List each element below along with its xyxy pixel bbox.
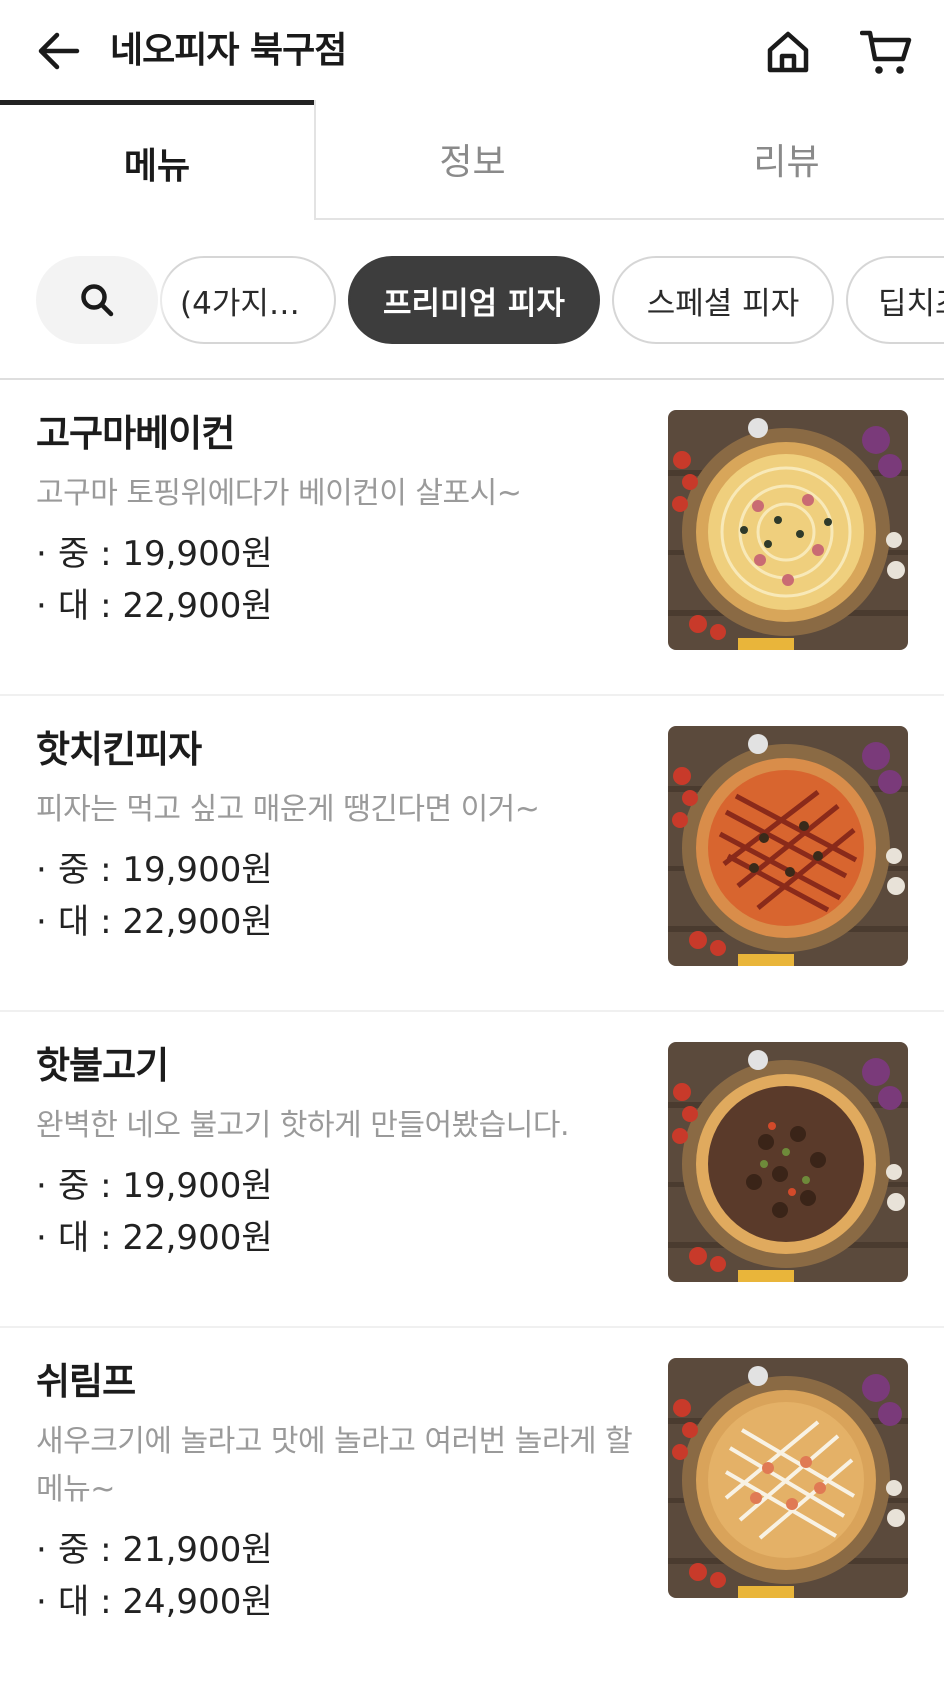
category-chip-special-pizza[interactable]: 스페셜 피자 [612,256,834,344]
price-medium: · 중 : 19,900원 [36,1166,273,1206]
app-header: 네오피자 북구점 [0,0,944,100]
price-large: · 대 : 24,900원 [36,1582,273,1622]
menu-item-description: 피자는 먹고 싶고 매운게 땡긴다면 이거~ [36,792,540,827]
menu-item-name: 쉬림프 [36,1360,136,1403]
home-button[interactable] [762,26,814,78]
category-chip-premium-pizza[interactable]: 프리미엄 피자 [348,256,600,344]
menu-item-description: 완벽한 네오 불고기 핫하게 만들어봤습니다. [36,1108,569,1143]
menu-item[interactable]: 쉬림프 새우크기에 놀라고 맛에 놀라고 여러번 놀라게 할 메뉴~ · 중 : … [0,1328,944,1708]
menu-item-image [668,726,908,966]
arrow-left-icon [38,32,80,70]
category-chip-4-kinds[interactable]: (4가지… [160,256,336,344]
search-icon [81,284,114,317]
menu-item-description: 고구마 토핑위에다가 베이컨이 살포시~ [36,476,522,511]
menu-item[interactable]: 핫치킨피자 피자는 먹고 싶고 매운게 땡긴다면 이거~ · 중 : 19,900… [0,696,944,1012]
menu-item-name: 핫불고기 [36,1044,169,1087]
home-icon [767,31,809,73]
price-medium: · 중 : 19,900원 [36,534,273,574]
price-medium: · 중 : 21,900원 [36,1530,273,1570]
tab-info[interactable]: 정보 [314,100,629,220]
price-large: · 대 : 22,900원 [36,902,273,942]
search-button[interactable] [36,256,158,344]
menu-item-name: 핫치킨피자 [36,728,202,771]
menu-item-image [668,1358,908,1598]
tab-bar: 메뉴 정보 리뷰 [0,100,944,220]
menu-item-image [668,410,908,650]
menu-item-name: 고구마베이컨 [36,412,235,455]
price-large: · 대 : 22,900원 [36,1218,273,1258]
category-chips: (4가지… 프리미엄 피자 스페셜 피자 딥치즈 [0,254,944,346]
menu-item[interactable]: 고구마베이컨 고구마 토핑위에다가 베이컨이 살포시~ · 중 : 19,900원… [0,380,944,696]
tab-review[interactable]: 리뷰 [629,100,944,220]
price-large: · 대 : 22,900원 [36,586,273,626]
menu-item[interactable]: 핫불고기 완벽한 네오 불고기 핫하게 만들어봤습니다. · 중 : 19,900… [0,1012,944,1328]
menu-list: 고구마베이컨 고구마 토핑위에다가 베이컨이 살포시~ · 중 : 19,900원… [0,380,944,1708]
category-chip-deep-cheese[interactable]: 딥치즈 [846,256,944,344]
back-button[interactable] [34,26,84,76]
menu-item-description: 새우크기에 놀라고 맛에 놀라고 여러번 놀라게 할 메뉴~ [36,1424,633,1507]
cart-button[interactable] [858,26,914,78]
menu-item-image [668,1042,908,1282]
tab-menu[interactable]: 메뉴 [0,100,314,220]
cart-icon [860,30,912,74]
price-medium: · 중 : 19,900원 [36,850,273,890]
store-title: 네오피자 북구점 [110,30,347,71]
